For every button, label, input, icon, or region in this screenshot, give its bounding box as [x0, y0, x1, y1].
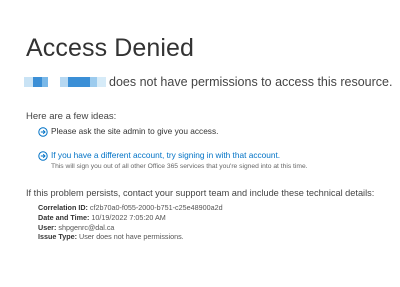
- circle-arrow-right-icon: [38, 151, 48, 161]
- idea-ask-admin-text: Please ask the site admin to give you ac…: [51, 126, 219, 136]
- idea-switch-account: If you have a different account, try sig…: [38, 150, 308, 172]
- detail-value: cf2b70a0-f055-2000-b751-c25e48900a2d: [89, 203, 223, 212]
- technical-details: Correlation ID: cf2b70a0-f055-2000-b751-…: [38, 203, 223, 242]
- detail-value: User does not have permissions.: [79, 232, 184, 242]
- permission-message-text: does not have permissions to access this…: [109, 75, 393, 89]
- idea-ask-admin: Please ask the site admin to give you ac…: [38, 126, 218, 137]
- sign-out-note: This will sign you out of all other Offi…: [51, 163, 308, 170]
- detail-label: User:: [38, 222, 57, 232]
- detail-value: 10/19/2022 7:05:20 AM: [91, 212, 166, 222]
- support-heading: If this problem persists, contact your s…: [26, 188, 375, 198]
- circle-arrow-right-icon: [38, 127, 48, 137]
- detail-issue-type: Issue Type: User does not have permissio…: [38, 232, 223, 242]
- redacted-username: [24, 77, 106, 87]
- detail-user: User: shpgenrc@dal.ca: [38, 223, 223, 233]
- page-title: Access Denied: [26, 34, 195, 62]
- detail-label: Issue Type:: [38, 232, 78, 242]
- detail-label: Correlation ID:: [38, 203, 88, 212]
- sign-in-different-account-link[interactable]: If you have a different account, try sig…: [51, 150, 308, 161]
- detail-value: shpgenrc@dal.ca: [58, 222, 115, 232]
- detail-correlation-id: Correlation ID: cf2b70a0-f055-2000-b751-…: [38, 203, 223, 213]
- detail-label: Date and Time:: [38, 212, 90, 222]
- permission-message: does not have permissions to access this…: [24, 74, 392, 90]
- detail-date-time: Date and Time: 10/19/2022 7:05:20 AM: [38, 213, 223, 223]
- ideas-heading: Here are a few ideas:: [26, 111, 117, 122]
